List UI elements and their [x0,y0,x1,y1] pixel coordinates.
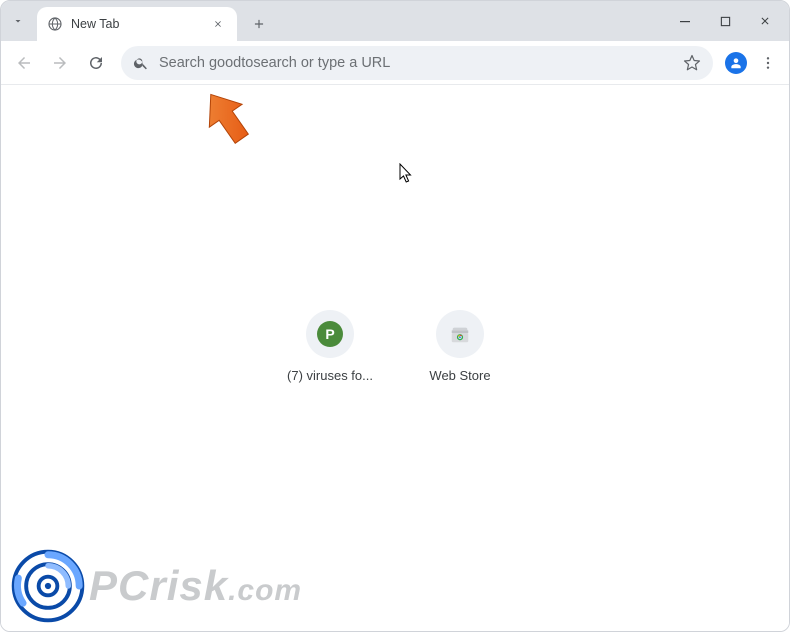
annotation-arrow-icon [198,87,258,151]
star-icon [683,54,701,72]
search-icon [133,55,149,71]
tab-search-dropdown[interactable] [1,1,35,41]
browser-tab[interactable]: New Tab [37,7,237,41]
watermark: PCrisk.com [9,547,302,625]
maximize-icon [720,16,731,27]
shortcut-grid: P (7) viruses fo... [274,310,516,383]
watermark-text: PCrisk.com [89,562,302,610]
close-icon [759,15,771,27]
close-icon [213,19,223,29]
tab-title: New Tab [71,17,201,31]
shortcut-label: (7) viruses fo... [287,368,373,383]
back-button[interactable] [7,46,41,80]
shortcut-label: Web Store [429,368,490,383]
dots-vertical-icon [760,55,776,71]
maximize-button[interactable] [705,6,745,36]
tab-strip: New Tab [1,1,789,41]
mouse-cursor-icon [399,163,415,185]
arrow-right-icon [51,54,69,72]
plus-icon [252,17,266,31]
arrow-left-icon [15,54,33,72]
shortcut-item-webstore[interactable]: Web Store [404,310,516,383]
minimize-button[interactable] [665,6,705,36]
page-content: P (7) viruses fo... [1,85,789,631]
minimize-icon [679,15,691,27]
toolbar [1,41,789,85]
reload-icon [87,54,105,72]
chrome-menu-button[interactable] [753,48,783,78]
chrome-webstore-icon [449,323,471,345]
tab-close-button[interactable] [209,15,227,33]
avatar-icon [725,52,747,74]
shortcut-tile: P [306,310,354,358]
watermark-swirl-icon [9,547,87,625]
reload-button[interactable] [79,46,113,80]
shortcut-tile [436,310,484,358]
close-window-button[interactable] [745,6,785,36]
profile-button[interactable] [721,48,751,78]
bookmark-button[interactable] [683,54,701,72]
new-tab-button[interactable] [245,10,273,38]
window-controls [665,1,785,41]
chevron-down-icon [12,15,24,27]
shortcut-item-viruses[interactable]: P (7) viruses fo... [274,310,386,383]
browser-window: New Tab [0,0,790,632]
address-search-input[interactable] [159,55,673,71]
forward-button[interactable] [43,46,77,80]
site-badge-icon: P [317,321,343,347]
omnibox[interactable] [121,46,713,80]
globe-icon [47,16,63,32]
